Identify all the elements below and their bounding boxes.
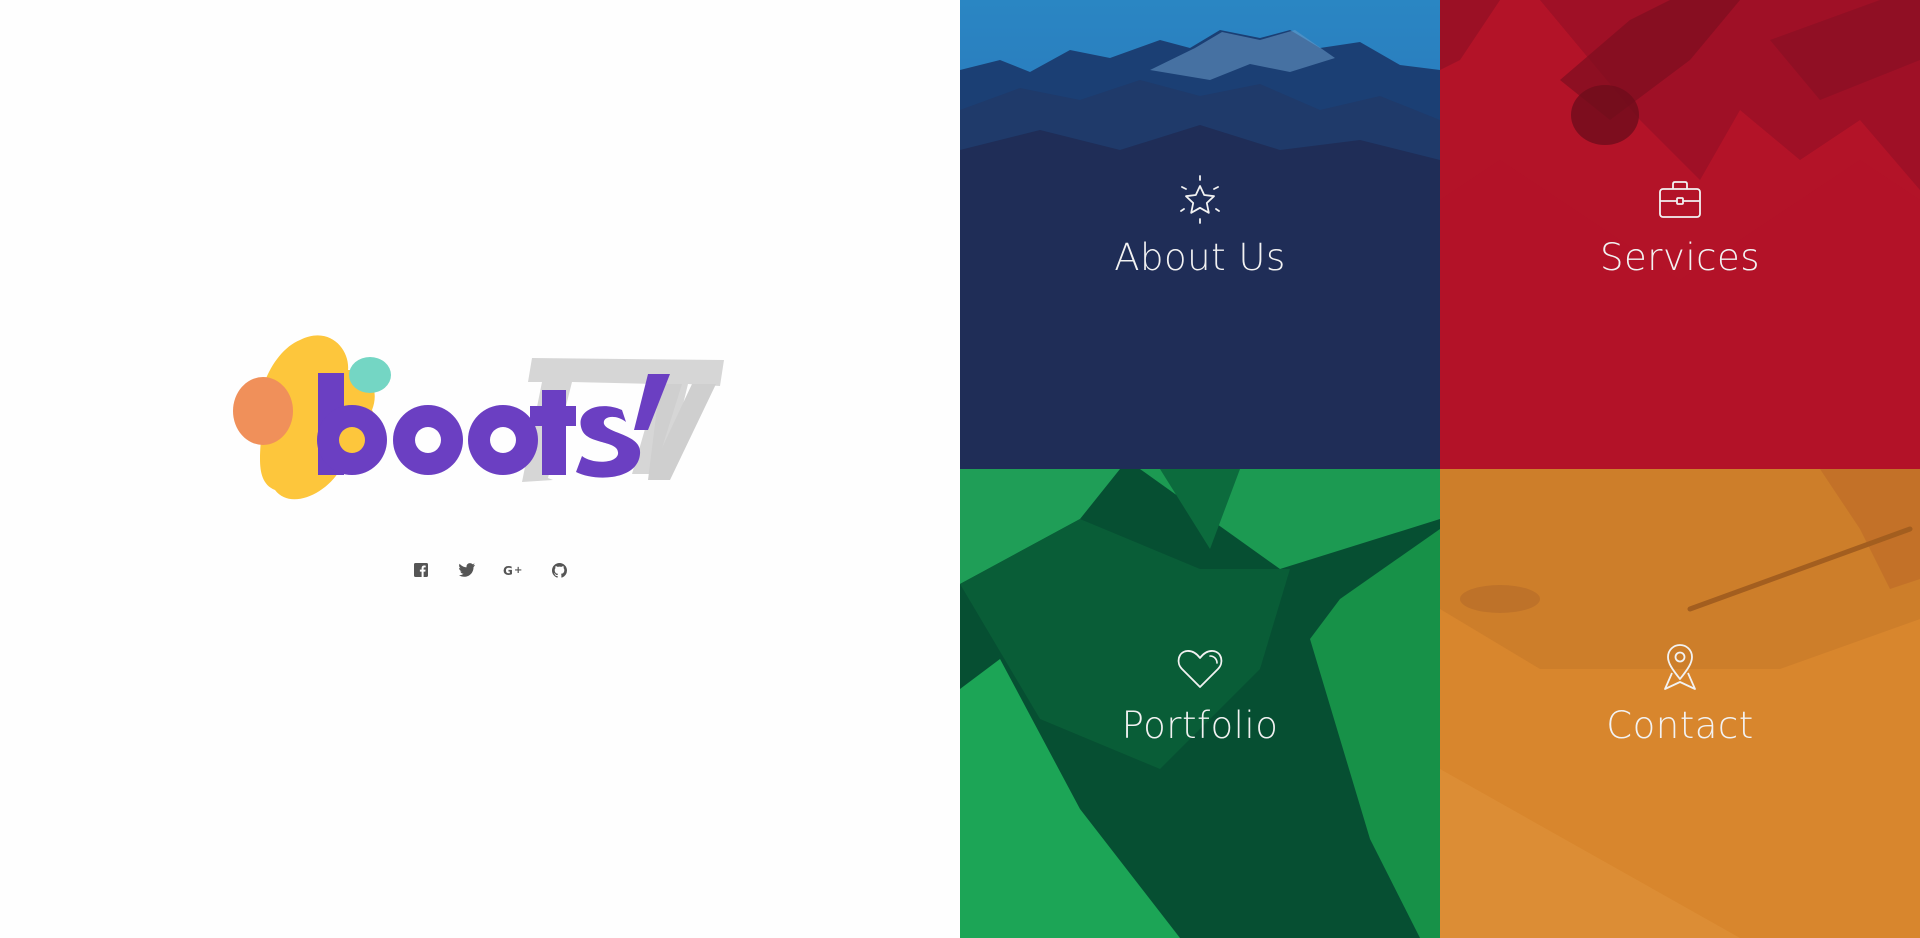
tile-content: Contact xyxy=(1440,641,1920,744)
navigation-tiles: About Us Services Portfolio Contact xyxy=(960,0,1920,938)
tile-content: Services xyxy=(1440,173,1920,276)
svg-text:G: G xyxy=(503,564,513,577)
google-plus-icon: G + xyxy=(503,564,522,577)
tile-content: About Us xyxy=(960,173,1440,276)
page: G + About Us Services Portfolio Contact xyxy=(0,0,1920,938)
github-icon xyxy=(551,562,567,578)
tile-label: Services xyxy=(1599,236,1761,279)
twitter-icon xyxy=(459,563,475,577)
star-icon xyxy=(1180,175,1220,224)
svg-text:+: + xyxy=(514,565,522,576)
tile-label: About Us xyxy=(1114,236,1286,279)
tile-about-us[interactable]: About Us xyxy=(960,0,1440,469)
tile-services[interactable]: Services xyxy=(1440,0,1920,469)
left-panel: G + xyxy=(0,0,960,938)
brand-logo[interactable] xyxy=(230,330,730,520)
tile-portfolio[interactable]: Portfolio xyxy=(960,469,1440,938)
tile-label: Portfolio xyxy=(1121,704,1279,747)
github-link[interactable] xyxy=(549,560,569,580)
facebook-icon xyxy=(414,563,428,577)
briefcase-icon xyxy=(1659,181,1701,218)
tile-label: Contact xyxy=(1606,704,1754,747)
logo-graphic xyxy=(233,335,724,500)
social-links: G + xyxy=(0,560,960,580)
map-pin-icon xyxy=(1664,644,1696,690)
facebook-link[interactable] xyxy=(411,560,431,580)
tile-contact[interactable]: Contact xyxy=(1440,469,1920,938)
heart-icon xyxy=(1177,650,1223,688)
tile-content: Portfolio xyxy=(960,641,1440,744)
google-plus-link[interactable]: G + xyxy=(503,560,523,580)
twitter-link[interactable] xyxy=(457,560,477,580)
